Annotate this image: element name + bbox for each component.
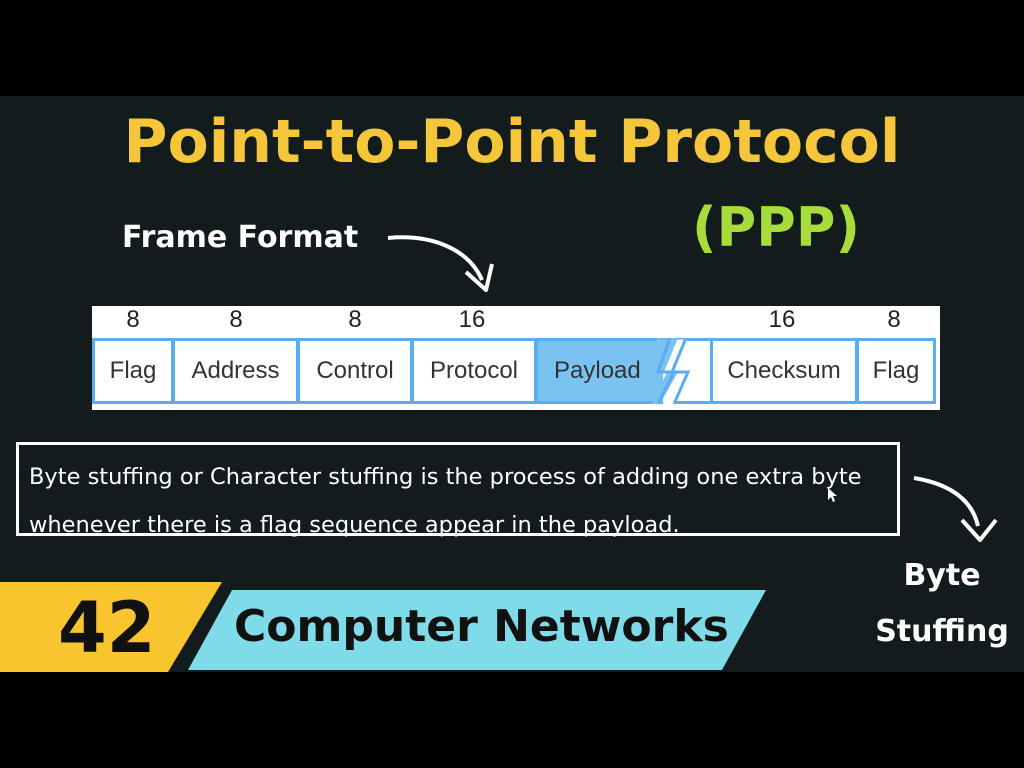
series-title: Computer Networks xyxy=(234,601,729,652)
field-size-control: 8 xyxy=(348,306,362,333)
field-size-address: 8 xyxy=(229,306,243,333)
episode-number: 42 xyxy=(58,587,156,669)
field-size-flag-end: 8 xyxy=(887,306,901,333)
field-size-checksum: 16 xyxy=(768,306,796,333)
field-size-flag: 8 xyxy=(126,306,140,333)
page-title: Point-to-Point Protocol xyxy=(123,107,901,177)
field-cells: Flag Address Control Protocol Payload Ch… xyxy=(92,338,940,410)
field-label: Checksum xyxy=(727,357,841,384)
definition-text: Byte stuffing or Character stuffing is t… xyxy=(29,453,899,549)
definition-box: Byte stuffing or Character stuffing is t… xyxy=(16,442,900,538)
frame-format-label: Frame Format xyxy=(122,220,359,255)
definition-line-2: whenever there is a flag sequence appear… xyxy=(29,512,680,538)
frame-format-diagram: 8 8 8 16 16 8 Flag Address Control Proto… xyxy=(92,306,940,410)
slide: Point-to-Point Protocol (PPP) Frame Form… xyxy=(0,96,1024,672)
byte-stuffing-label: Byte Stuffing xyxy=(862,548,1022,660)
field-size-protocol: 16 xyxy=(458,306,486,333)
definition-line-1: Byte stuffing or Character stuffing is t… xyxy=(29,464,862,490)
field-flag-end: Flag xyxy=(856,338,936,404)
byte-stuffing-line-2: Stuffing xyxy=(875,614,1009,649)
field-checksum: Checksum xyxy=(710,338,858,404)
byte-stuffing-arrow-icon xyxy=(913,476,998,542)
frame-format-arrow-icon xyxy=(387,235,494,292)
field-label: Flag xyxy=(872,357,920,384)
byte-stuffing-line-1: Byte xyxy=(903,558,981,593)
page-subtitle: (PPP) xyxy=(692,196,861,259)
field-sizes-row: 8 8 8 16 16 8 xyxy=(92,306,940,334)
